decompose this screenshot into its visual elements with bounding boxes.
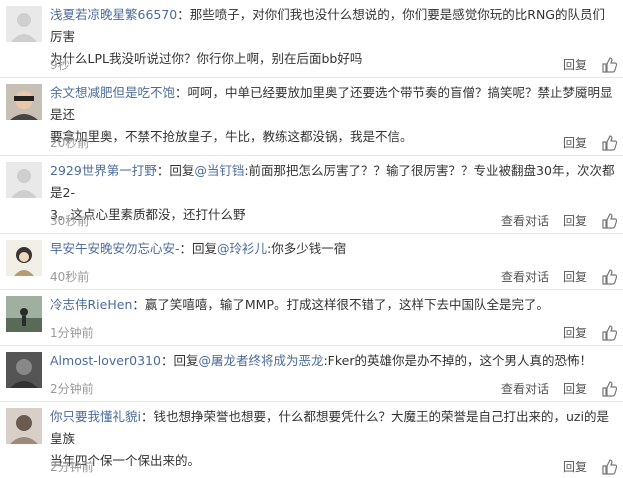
comment-time: 9秒 [50, 58, 70, 72]
user-photo-icon [6, 408, 42, 444]
thumbs-up-icon[interactable] [601, 213, 617, 229]
comment-username[interactable]: 你只要我懂礼貌i [50, 409, 141, 424]
comment-item: 早安午安晚安勿忘心安-：回复@玲衫儿:你多少钱一宿 40秒前 查看对话 回复 [0, 234, 623, 290]
reply-button[interactable]: 回复 [563, 134, 587, 152]
comment-username[interactable]: 2929世界第一打野 [50, 163, 157, 178]
reply-button[interactable]: 回复 [563, 324, 587, 342]
view-conversation-button[interactable]: 查看对话 [501, 268, 549, 286]
comment-time: 40秒前 [50, 270, 90, 284]
comment-body: :你多少钱一宿 [267, 241, 347, 256]
comment-text: 你只要我懂礼貌i：钱也想挣荣誉也想要，什么都想要凭什么？大魔王的荣誉是自己打出来… [50, 406, 615, 472]
comment-item: 冷志伟RieHen：赢了笑嘻嘻，输了MMP。打成这样很不错了，这样下去中国队全是… [0, 290, 623, 346]
comment-text: Almost-lover0310：回复@屠龙者终将成为恶龙:Fker的英雄你是办… [50, 350, 615, 372]
reply-button[interactable]: 回复 [563, 212, 587, 230]
user-photo-icon [6, 296, 42, 332]
reply-mention[interactable]: @玲衫儿 [217, 241, 267, 256]
avatar[interactable] [6, 296, 42, 332]
reply-mention[interactable]: @屠龙者终将成为恶龙 [198, 353, 323, 368]
thumbs-up-icon[interactable] [601, 135, 617, 151]
comment-username[interactable]: 早安午安晚安勿忘心安- [50, 241, 180, 256]
comment-item: 余文想减肥但是吃不饱：呵呵，中单已经要放加里奥了还要选个带节奏的盲僧？搞笑呢？禁… [0, 78, 623, 156]
comment-username[interactable]: Almost-lover0310 [50, 353, 161, 368]
reply-prefix: ：回复 [160, 353, 199, 368]
avatar[interactable] [6, 408, 42, 444]
avatar[interactable] [6, 6, 42, 42]
thumbs-up-icon[interactable] [601, 325, 617, 341]
comment-time: 1分钟前 [50, 326, 94, 340]
comment-time: 20秒前 [50, 136, 90, 150]
default-avatar-icon [6, 162, 42, 198]
comment-item: 你只要我懂礼貌i：钱也想挣荣誉也想要，什么都想要凭什么？大魔王的荣誉是自己打出来… [0, 402, 623, 478]
comment-text: 早安午安晚安勿忘心安-：回复@玲衫儿:你多少钱一宿 [50, 238, 615, 260]
comment-username[interactable]: 浅夏若凉晚星繁66570 [50, 7, 177, 22]
avatar[interactable] [6, 352, 42, 388]
user-photo-icon [6, 240, 42, 276]
default-avatar-icon [6, 6, 42, 42]
reply-prefix: ：回复 [179, 241, 218, 256]
comment-body: :Fker的英雄你是办不掉的，这个男人真的恐怖！ [323, 353, 592, 368]
comment-username[interactable]: 余文想减肥但是吃不饱 [50, 85, 175, 100]
avatar[interactable] [6, 162, 42, 198]
comment-time: 30秒前 [50, 214, 90, 228]
view-conversation-button[interactable]: 查看对话 [501, 212, 549, 230]
reply-button[interactable]: 回复 [563, 458, 587, 476]
comment-text: 余文想减肥但是吃不饱：呵呵，中单已经要放加里奥了还要选个带节奏的盲僧？搞笑呢？禁… [50, 82, 615, 148]
comment-body-line2: 要拿加里奥，不禁不抢放皇子，牛比，教练这都没锅，我是不信。 [50, 129, 413, 144]
comment-body: ：赢了笑嘻嘻，输了MMP。打成这样很不错了，这样下去中国队全是完了。 [132, 297, 549, 312]
comment-body-line2: 为什么LPL我没听说过你？你行你上啊，别在后面bb好吗 [50, 51, 363, 66]
comment-item: Almost-lover0310：回复@屠龙者终将成为恶龙:Fker的英雄你是办… [0, 346, 623, 402]
view-conversation-button[interactable]: 查看对话 [501, 380, 549, 398]
reply-button[interactable]: 回复 [563, 380, 587, 398]
reply-mention[interactable]: @当钉铛 [194, 163, 244, 178]
thumbs-up-icon[interactable] [601, 459, 617, 475]
comment-text: 浅夏若凉晚星繁66570：那些喷子，对你们我也没什么想说的，你们要是感觉你玩的比… [50, 4, 615, 70]
comment-time: 2分钟前 [50, 382, 94, 396]
comment-item: 浅夏若凉晚星繁66570：那些喷子，对你们我也没什么想说的，你们要是感觉你玩的比… [0, 0, 623, 78]
thumbs-up-icon[interactable] [601, 269, 617, 285]
avatar[interactable] [6, 84, 42, 120]
reply-button[interactable]: 回复 [563, 268, 587, 286]
reply-prefix: ：回复 [156, 163, 195, 178]
avatar[interactable] [6, 240, 42, 276]
thumbs-up-icon[interactable] [601, 57, 617, 73]
user-photo-icon [6, 352, 42, 388]
comment-text: 冷志伟RieHen：赢了笑嘻嘻，输了MMP。打成这样很不错了，这样下去中国队全是… [50, 294, 615, 316]
reply-button[interactable]: 回复 [563, 56, 587, 74]
user-photo-icon [6, 84, 42, 120]
comment-time: 2分钟前 [50, 460, 94, 474]
comment-item: 2929世界第一打野：回复@当钉铛:前面那把怎么厉害了？？输了很厉害？？专业被翻… [0, 156, 623, 234]
thumbs-up-icon[interactable] [601, 381, 617, 397]
comment-username[interactable]: 冷志伟RieHen [50, 297, 132, 312]
